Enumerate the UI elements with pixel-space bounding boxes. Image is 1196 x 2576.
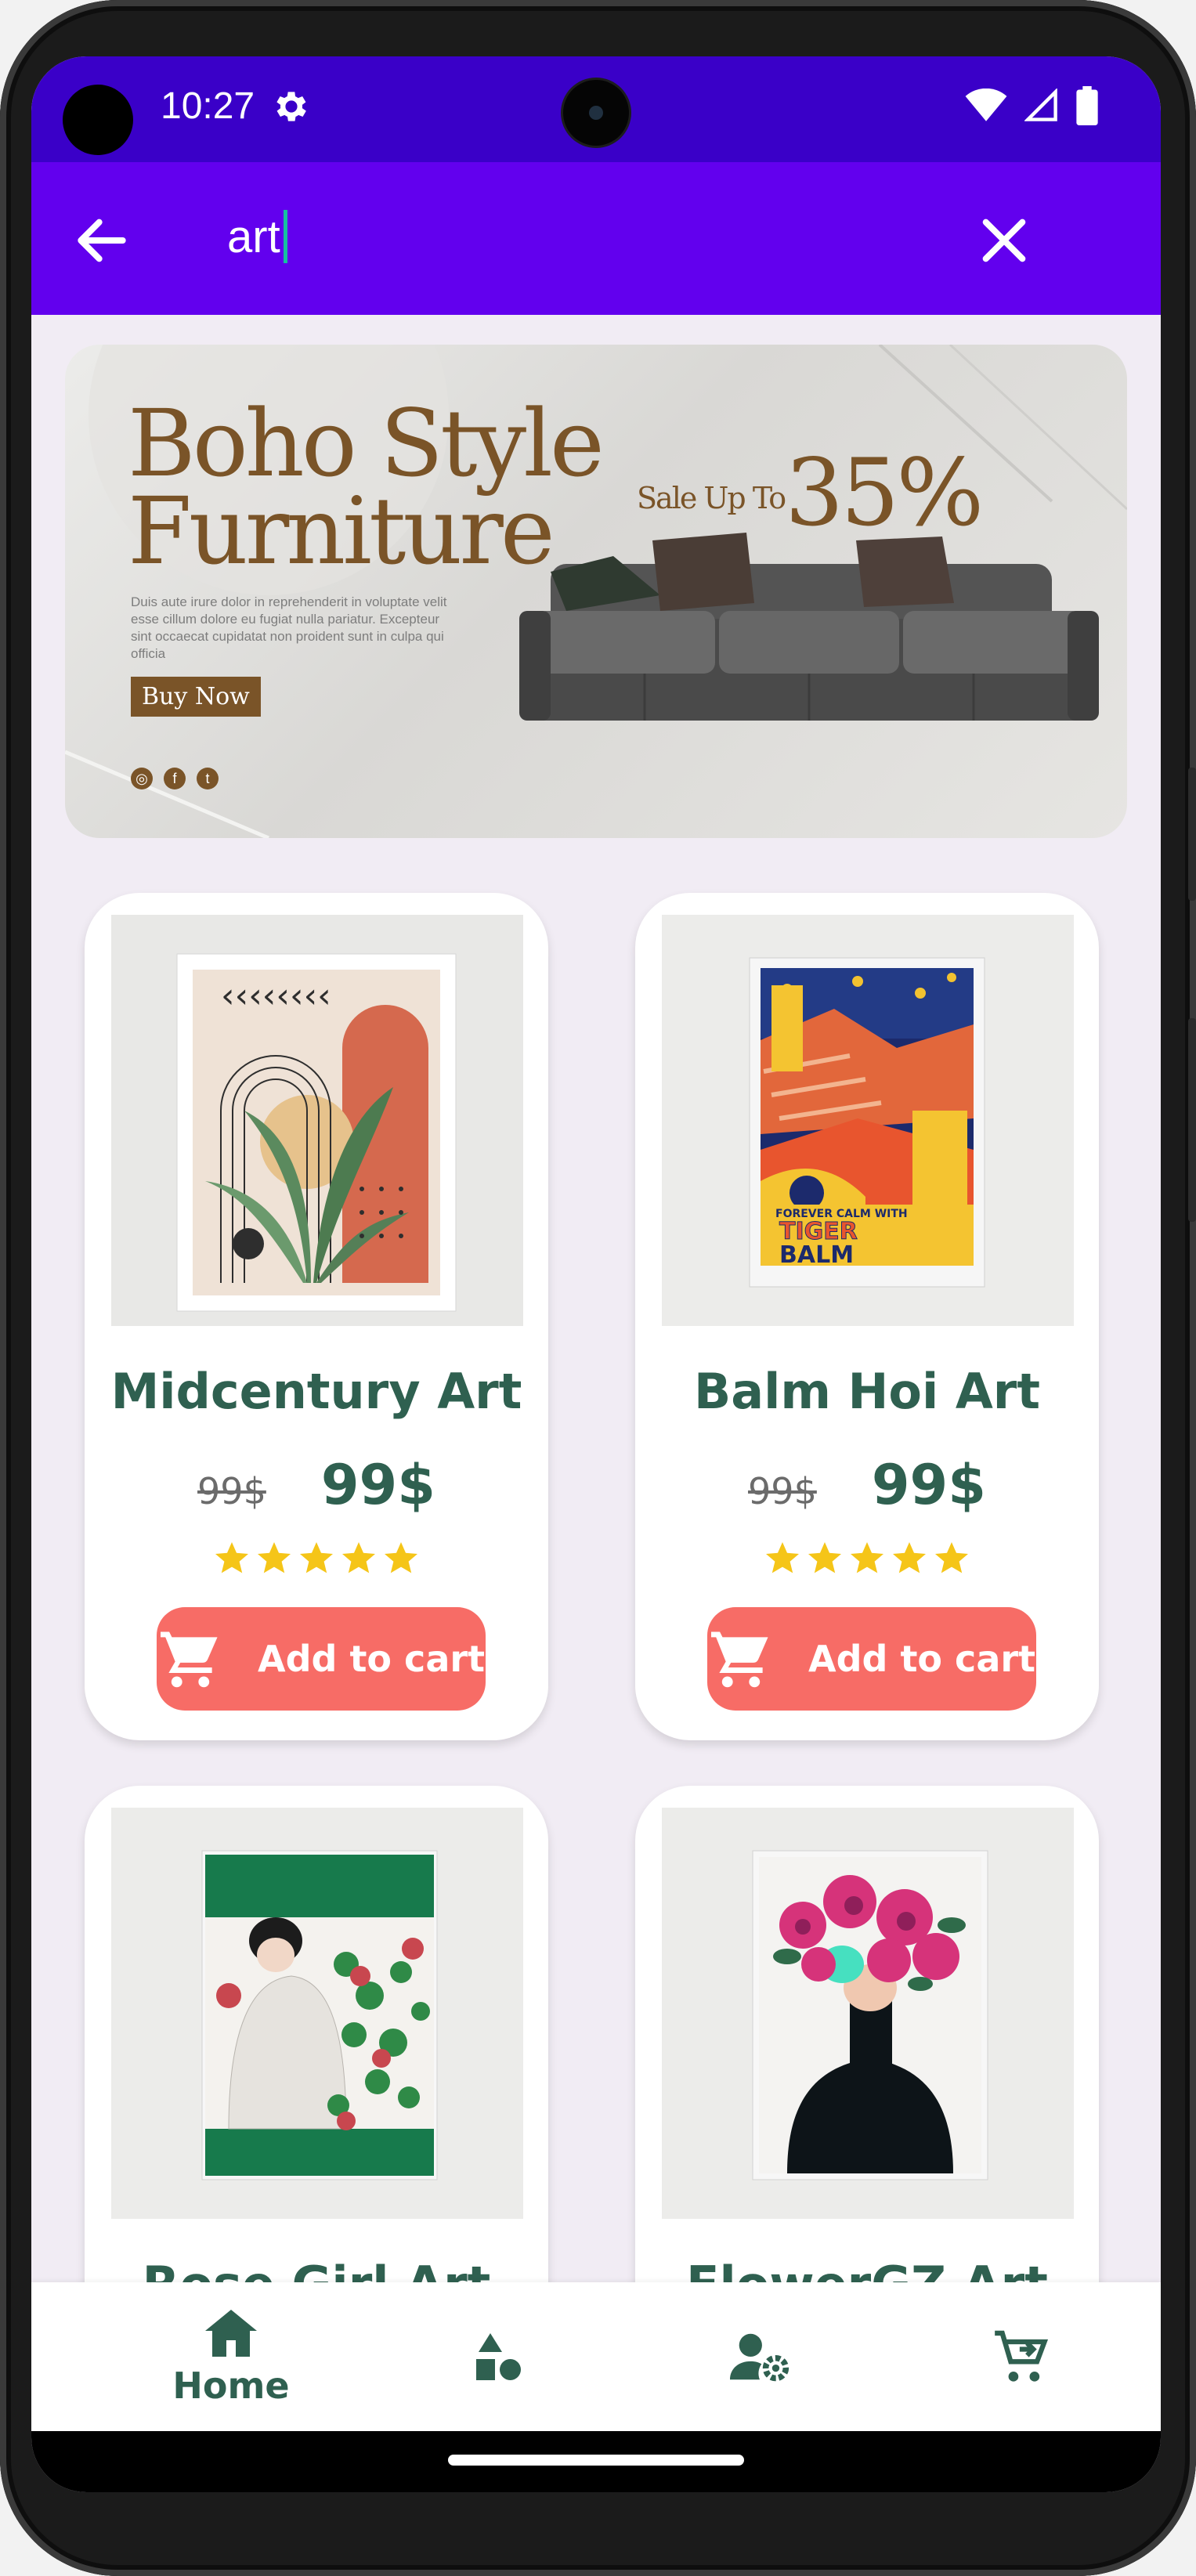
- home-gesture-handle[interactable]: [448, 2455, 744, 2466]
- banner-description: Duis aute irure dolor in reprehenderit i…: [131, 594, 447, 661]
- star-icon: [893, 1542, 926, 1573]
- product-name: Midcentury Art: [110, 1363, 522, 1420]
- product-card-midcentury-art[interactable]: ‹‹‹‹‹‹‹‹ Midcentury Art 99$ 99$ Add to c…: [85, 893, 548, 1740]
- cart-icon: [710, 1631, 768, 1688]
- add-to-cart-button[interactable]: Add to cart: [157, 1607, 486, 1711]
- battery-icon: [1076, 86, 1098, 125]
- price: 99$: [320, 1453, 435, 1517]
- old-price: 99$: [748, 1470, 817, 1512]
- star-rating: [635, 1539, 1099, 1577]
- buy-now-button[interactable]: Buy Now: [131, 677, 261, 717]
- star-icon: [851, 1542, 883, 1573]
- product-image: FOREVER CALM WITH TIGER BALM: [662, 915, 1074, 1326]
- star-icon: [342, 1542, 375, 1573]
- gesture-navigation-bar: [31, 2431, 1161, 2492]
- price: 99$: [871, 1453, 986, 1517]
- wifi-icon: [965, 89, 1007, 121]
- power-button: [1188, 1018, 1196, 1222]
- product-image: ‹‹‹‹‹‹‹‹: [111, 915, 523, 1326]
- twitter-icon[interactable]: t: [197, 768, 219, 789]
- nav-label-home: Home: [172, 2365, 290, 2407]
- cart-icon: [160, 1631, 218, 1688]
- camera-cutout: [63, 85, 133, 155]
- price-row: 99$ 99$: [85, 1453, 548, 1517]
- categories-icon: [476, 2333, 521, 2380]
- user-settings-icon: [730, 2333, 790, 2382]
- text-caret: [283, 210, 287, 263]
- star-icon: [935, 1542, 968, 1573]
- cart-icon: [995, 2330, 1049, 2382]
- nav-item-home[interactable]: Home: [125, 2282, 337, 2431]
- star-icon: [808, 1542, 841, 1573]
- back-arrow-icon[interactable]: [70, 209, 133, 272]
- close-icon[interactable]: [973, 209, 1035, 272]
- sofa-image: [519, 533, 1099, 721]
- star-icon: [766, 1542, 799, 1573]
- star-icon: [258, 1542, 291, 1573]
- status-time: 10:27: [161, 85, 255, 127]
- product-card-balm-hoi-art[interactable]: FOREVER CALM WITH TIGER BALM Balm Hoi Ar…: [635, 893, 1099, 1740]
- flowergz-art-poster: [662, 1808, 1074, 2219]
- status-icons: [965, 86, 1098, 125]
- price-row: 99$ 99$: [635, 1453, 1099, 1517]
- add-to-cart-button[interactable]: Add to cart: [707, 1607, 1036, 1711]
- promo-banner[interactable]: Boho Style Furniture Duis aute irure dol…: [65, 345, 1127, 838]
- banner-title-line1: Boho Style: [128, 389, 605, 497]
- product-image: [662, 1808, 1074, 2219]
- rose-girl-art-poster: [111, 1808, 523, 2219]
- screen: 10:27 art Boho Style Furniture Duis aute…: [31, 56, 1161, 2492]
- old-price: 99$: [197, 1470, 266, 1512]
- bottom-navigation: Home: [31, 2282, 1161, 2431]
- social-links: ◎ f t: [131, 768, 219, 789]
- star-rating: [85, 1539, 548, 1577]
- svg-text:‹‹‹‹‹‹‹‹: ‹‹‹‹‹‹‹‹: [221, 976, 331, 1016]
- settings-gear-icon: [276, 92, 306, 121]
- nav-item-account-settings[interactable]: [654, 2282, 865, 2431]
- phone-frame: 10:27 art Boho Style Furniture Duis aute…: [0, 0, 1196, 2576]
- volume-button: [1188, 768, 1196, 901]
- facebook-icon[interactable]: f: [164, 768, 186, 789]
- instagram-icon[interactable]: ◎: [131, 768, 153, 789]
- front-camera: [563, 80, 629, 146]
- signal-icon: [1024, 89, 1057, 121]
- add-to-cart-label: Add to cart: [808, 1638, 1036, 1680]
- search-input[interactable]: art: [227, 205, 854, 268]
- add-to-cart-label: Add to cart: [257, 1638, 486, 1680]
- product-name: Balm Hoi Art: [693, 1363, 1041, 1420]
- nav-item-categories[interactable]: [392, 2282, 603, 2431]
- midcentury-art-poster: ‹‹‹‹‹‹‹‹: [111, 915, 523, 1326]
- nav-item-cart[interactable]: [916, 2282, 1128, 2431]
- home-icon: [205, 2310, 257, 2357]
- sale-text: Sale Up To: [637, 481, 786, 515]
- status-bar: 10:27: [31, 56, 1161, 162]
- product-image: [111, 1808, 523, 2219]
- star-icon: [385, 1542, 417, 1573]
- search-app-bar: art: [31, 162, 1161, 315]
- star-icon: [215, 1542, 248, 1573]
- search-query: art: [227, 211, 280, 262]
- star-icon: [300, 1542, 333, 1573]
- balm-hoi-art-poster: FOREVER CALM WITH TIGER BALM: [662, 915, 1074, 1326]
- poster-line2: BALM: [779, 1241, 854, 1269]
